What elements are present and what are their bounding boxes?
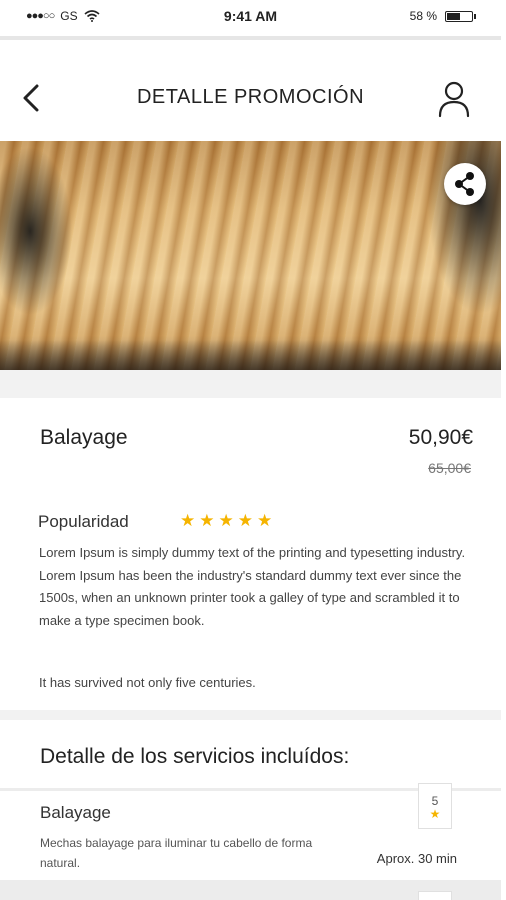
- service-item-title: Balayage: [40, 803, 111, 822]
- next-rating-badge: [418, 891, 452, 900]
- top-nav: DETALLE PROMOCIÓN: [0, 40, 501, 141]
- status-bar: ●●●○○ GS 9:41 AM 58 %: [0, 0, 501, 36]
- promotion-description-extra: It has survived not only five centuries.: [39, 675, 256, 690]
- included-services-heading: Detalle de los servicios incluídos:: [40, 745, 350, 768]
- service-item-duration: Aprox. 30 min: [376, 851, 457, 866]
- promotion-card: Balayage 50,90€ 65,00€ Popularidad ★★★★★…: [0, 398, 501, 710]
- status-right: 58 %: [409, 9, 476, 23]
- battery-percent: 58 %: [409, 9, 437, 23]
- promotion-old-price: 65,00€: [428, 460, 471, 476]
- star-icon: ★: [429, 807, 441, 821]
- battery-fill: [447, 12, 460, 20]
- section-separator: [0, 710, 501, 720]
- popularity-label: Popularidad: [38, 512, 129, 531]
- hero-image: [0, 141, 501, 370]
- section-separator: [0, 370, 501, 398]
- service-rating-value: 5: [431, 794, 439, 808]
- service-rating-badge: 5 ★: [418, 783, 452, 829]
- service-item-description: Mechas balayage para iluminar tu cabello…: [40, 836, 313, 870]
- popularity-stars: ★★★★★: [180, 511, 277, 530]
- battery-icon: [445, 10, 476, 22]
- promotion-name: Balayage: [40, 426, 128, 449]
- page-title: DETALLE PROMOCIÓN: [136, 86, 365, 108]
- share-button[interactable]: [444, 163, 486, 205]
- user-icon[interactable]: [436, 78, 472, 118]
- promotion-price: 50,90€: [408, 426, 473, 449]
- promotion-description: Lorem Ipsum is simply dummy text of the …: [39, 545, 466, 628]
- share-icon: [455, 172, 474, 196]
